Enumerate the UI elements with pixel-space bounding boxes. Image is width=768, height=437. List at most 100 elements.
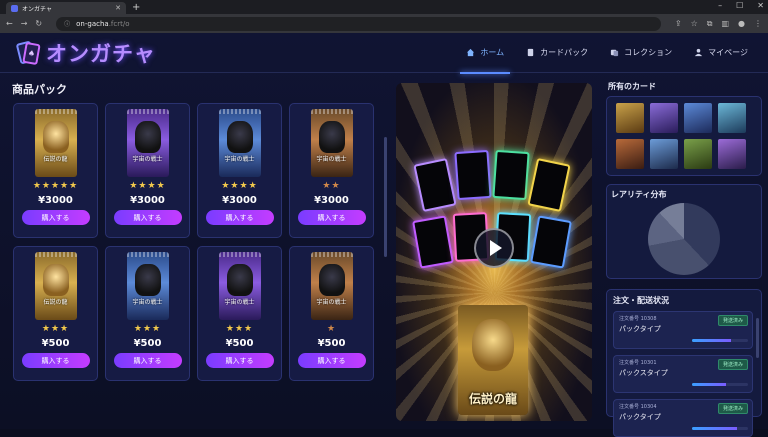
buy-button[interactable]: 購入する (205, 353, 274, 368)
owned-card-thumb[interactable] (650, 103, 678, 133)
owned-card-thumb[interactable] (616, 103, 644, 133)
pack-image: 宇宙の戦士 (218, 109, 261, 177)
product-scrollbar[interactable] (384, 137, 387, 257)
gacha-showcase: 伝説の龍 (396, 83, 592, 421)
sidebar-toggle-icon[interactable]: ▥ (721, 19, 729, 29)
order-type: パックタイプ (619, 413, 661, 421)
progress-bar (692, 339, 748, 342)
favicon-icon (11, 4, 18, 12)
buy-button[interactable]: 購入する (21, 210, 90, 225)
nav-mypage[interactable]: マイページ (694, 33, 748, 73)
rarity-stars: ★★★ (41, 324, 70, 334)
profile-icon[interactable]: ● (738, 19, 745, 29)
close-tab-icon[interactable]: ✕ (115, 4, 121, 12)
nav-home-label: ホーム (480, 48, 505, 57)
orders-scrollbar[interactable] (756, 318, 759, 358)
status-badge: 発送済み (717, 359, 748, 370)
nav-card-pack[interactable]: カードパック (526, 33, 588, 73)
product-card[interactable]: 伝説の龍 ★★★★★ ¥3000 購入する (13, 103, 98, 238)
menu-kebab-icon[interactable]: ⋮ (754, 19, 762, 29)
owned-cards-title: 所有のカード (608, 82, 656, 91)
nav-card-pack-label: カードパック (540, 48, 589, 57)
rarity-title: レアリティ分布 (611, 190, 667, 199)
product-card[interactable]: 伝説の龍 ★★★ ¥500 購入する (13, 246, 98, 381)
rarity-panel: レアリティ分布 (606, 184, 762, 279)
owned-card-thumb[interactable] (616, 138, 644, 169)
pack-name: 伝説の龍 (43, 299, 68, 306)
revealed-card (492, 149, 530, 201)
product-card[interactable]: 宇宙の戦士 ★★★★ ¥3000 購入する (197, 103, 282, 238)
order-item[interactable]: 注文番号 10301 パックスタイプ 発送済み (613, 355, 753, 393)
site-info-icon[interactable]: ⓘ (64, 19, 70, 28)
order-item[interactable]: 注文番号 10304 パックタイプ 発送済み (613, 399, 753, 437)
product-card[interactable]: 宇宙の戦士 ★ ¥500 購入する (289, 246, 374, 381)
pack-image: 伝説の龍 (34, 252, 77, 320)
product-section-title: 商品パック (12, 83, 67, 96)
nav-collection[interactable]: コレクション (610, 33, 672, 73)
order-item[interactable]: 注文番号 10308 パックタイプ 発送済み (613, 311, 753, 349)
pack-name: 宇宙の戦士 (224, 299, 255, 306)
orders-list: 注文番号 10308 パックタイプ 発送済み 注文番号 10301 パックスタイプ 発送済… (613, 311, 753, 437)
buy-button[interactable]: 購入する (21, 353, 90, 368)
product-card[interactable]: 宇宙の戦士 ★★★★ ¥3000 購入する (105, 103, 190, 238)
url-host: on-gacha (76, 19, 109, 28)
address-bar[interactable]: ⓘ on-gacha .fcrt/o (56, 16, 661, 31)
orders-title: 注文・配送状況 (613, 296, 669, 305)
share-icon[interactable]: ⇪ (675, 19, 682, 29)
pack-price: ¥3000 (130, 195, 165, 206)
product-card[interactable]: 宇宙の戦士 ★★★ ¥500 購入する (197, 246, 282, 381)
pack-image: 宇宙の戦士 (310, 109, 353, 177)
pack-image: 宇宙の戦士 (218, 252, 261, 320)
product-card[interactable]: 宇宙の戦士 ★★ ¥3000 購入する (289, 103, 374, 238)
browser-tab[interactable]: オンガチャ ✕ (6, 2, 126, 14)
progress-bar (692, 383, 748, 386)
buy-button[interactable]: 購入する (297, 210, 366, 225)
status-badge: 発送済み (717, 403, 748, 414)
pack-price: ¥500 (225, 338, 254, 349)
back-icon[interactable]: ← (6, 19, 13, 28)
reload-icon[interactable]: ↻ (35, 19, 42, 28)
logo-cards-icon: ♠ (15, 39, 41, 66)
extensions-icon[interactable]: ⧉ (707, 19, 713, 29)
pack-price: ¥3000 (222, 195, 257, 206)
owned-card-thumb[interactable] (684, 103, 712, 133)
owned-card-thumb[interactable] (718, 138, 746, 169)
buy-button[interactable]: 購入する (297, 353, 366, 368)
pack-name: 伝説の龍 (43, 156, 68, 163)
buy-button[interactable]: 購入する (205, 210, 274, 225)
dragon-art (472, 319, 514, 371)
pack-name: 宇宙の戦士 (224, 156, 255, 163)
forward-icon[interactable]: → (21, 19, 28, 28)
close-window-icon[interactable]: ✕ (757, 1, 764, 10)
featured-pack-label: 伝説の龍 (468, 392, 517, 406)
home-icon (467, 48, 475, 57)
nav-home[interactable]: ホーム (460, 33, 510, 74)
new-tab-icon[interactable]: + (132, 2, 140, 14)
site-header: ♠ オンガチャ ホーム カードパック コレクション マイページ (0, 33, 768, 74)
collection-icon (611, 49, 619, 57)
buy-button[interactable]: 購入する (113, 210, 182, 225)
buy-button[interactable]: 購入する (113, 353, 182, 368)
rarity-stars: ★★ (322, 181, 341, 191)
minimize-icon[interactable]: – (718, 1, 722, 10)
owned-card-thumb[interactable] (718, 103, 746, 133)
orders-panel: 注文・配送状況 注文番号 10308 パックタイプ 発送済み 注文番号 10301 パッ… (606, 289, 762, 437)
nav-collection-label: コレクション (624, 48, 673, 57)
maximize-icon[interactable]: ☐ (736, 1, 743, 10)
browser-tab-strip: オンガチャ ✕ + – ☐ ✕ (0, 0, 768, 14)
pack-price: ¥500 (317, 338, 346, 349)
right-sidebar: 所有のカード レアリティ分布 注文・配送状況 注文番号 10308 パックタイプ発… (604, 77, 764, 437)
owned-card-thumb[interactable] (650, 138, 678, 169)
bookmark-star-icon[interactable]: ☆ (691, 19, 698, 29)
browser-toolbar: ← → ↻ ⓘ on-gacha .fcrt/o ⇪ ☆ ⧉ ▥ ● ⋮ (0, 14, 768, 33)
play-button[interactable] (474, 228, 514, 268)
owned-cards-panel (606, 96, 762, 176)
featured-pack[interactable]: 伝説の龍 (458, 305, 528, 415)
order-type: パックスタイプ (619, 369, 668, 377)
site-logo[interactable]: ♠ オンガチャ (15, 38, 156, 68)
card-pack-icon (527, 48, 534, 57)
product-card[interactable]: 宇宙の戦士 ★★★ ¥500 購入する (105, 246, 190, 381)
owned-card-thumb[interactable] (684, 138, 712, 169)
pack-name: 宇宙の戦士 (316, 156, 347, 163)
rarity-stars: ★★★ (225, 324, 254, 334)
